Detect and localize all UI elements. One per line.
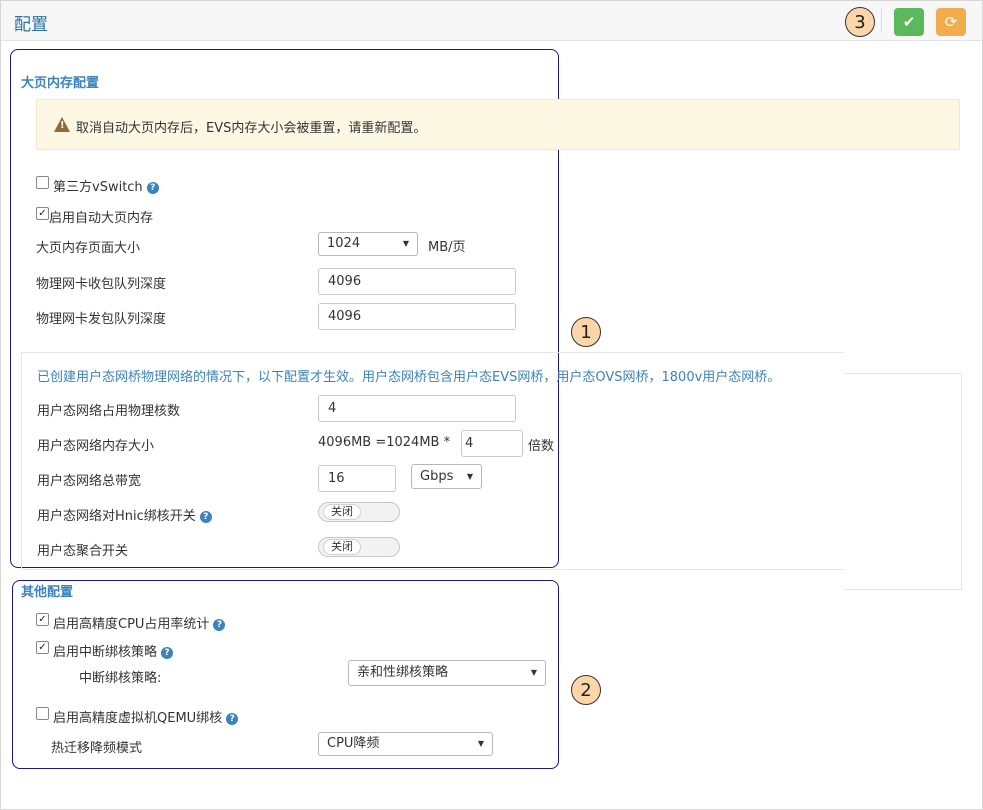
third-party-vswitch-row: 第三方vSwitch? xyxy=(53,176,159,195)
help-icon[interactable]: ? xyxy=(213,619,225,631)
qemu-binding-checkbox[interactable] xyxy=(36,707,49,720)
migration-mode-value: CPU降频 xyxy=(327,736,379,751)
annotation-marker-2: 2 xyxy=(571,675,601,705)
help-icon[interactable]: ? xyxy=(200,511,212,523)
hnic-binding-label: 用户态网络对Hnic绑核开关 xyxy=(37,509,196,524)
check-icon: ✔ xyxy=(903,13,916,31)
confirm-button[interactable]: ✔ xyxy=(894,8,924,36)
userspace-cores-input[interactable]: 4 xyxy=(318,395,516,422)
aggregate-toggle[interactable]: 关闭 xyxy=(318,537,400,557)
page-size-select[interactable]: 1024 ▼ xyxy=(318,232,418,256)
chevron-down-icon: ▼ xyxy=(531,661,537,685)
page-title: 配置 xyxy=(14,10,48,35)
hnic-binding-row: 用户态网络对Hnic绑核开关? xyxy=(37,505,212,524)
annotation-marker-1: 1 xyxy=(571,317,601,347)
cpu-stats-label: 启用高精度CPU占用率统计 xyxy=(53,617,209,632)
header-divider xyxy=(881,9,882,33)
irq-policy-label: 中断绑核策略: xyxy=(79,667,161,686)
section-title-hugepage: 大页内存配置 xyxy=(21,72,99,91)
userspace-cores-label: 用户态网络占用物理核数 xyxy=(37,400,180,419)
rx-queue-input[interactable]: 4096 xyxy=(318,268,516,295)
warning-alert: 取消自动大页内存后，EVS内存大小会被重置，请重新配置。 xyxy=(36,99,960,150)
section-title-other: 其他配置 xyxy=(21,581,73,600)
irq-policy-select[interactable]: 亲和性绑核策略 ▼ xyxy=(348,660,546,686)
userspace-memory-suffix: 倍数 xyxy=(528,435,554,454)
aggregate-toggle-knob: 关闭 xyxy=(323,539,361,555)
annotation-marker-3: 3 xyxy=(845,7,875,37)
userspace-note: 已创建用户态网桥物理网络的情况下，以下配置才生效。用户态网桥包含用户态EVS网桥… xyxy=(37,366,780,385)
help-icon[interactable]: ? xyxy=(147,182,159,194)
userspace-memory-label: 用户态网络内存大小 xyxy=(37,435,154,454)
chevron-down-icon: ▼ xyxy=(403,233,409,255)
migration-label: 热迁移降频模式 xyxy=(51,737,142,756)
reset-button[interactable]: ⟳ xyxy=(936,8,966,36)
help-icon[interactable]: ? xyxy=(161,647,173,659)
chevron-down-icon: ▼ xyxy=(478,733,484,755)
rx-queue-label: 物理网卡收包队列深度 xyxy=(36,273,166,292)
qemu-binding-label: 启用高精度虚拟机QEMU绑核 xyxy=(53,711,222,726)
userspace-bandwidth-label: 用户态网络总带宽 xyxy=(37,470,141,489)
irq-binding-label: 启用中断绑核策略 xyxy=(53,645,157,660)
cpu-stats-row: 启用高精度CPU占用率统计? xyxy=(53,613,225,632)
hnic-binding-toggle[interactable]: 关闭 xyxy=(318,502,400,522)
header-bar: 配置 xyxy=(1,1,982,41)
help-icon[interactable]: ? xyxy=(226,713,238,725)
third-party-vswitch-label: 第三方vSwitch xyxy=(53,180,143,195)
userspace-memory-multiplier-input[interactable]: 4 xyxy=(461,430,523,457)
third-party-vswitch-checkbox[interactable] xyxy=(36,176,49,189)
tx-queue-label: 物理网卡发包队列深度 xyxy=(36,308,166,327)
qemu-binding-row: 启用高精度虚拟机QEMU绑核? xyxy=(53,707,238,726)
irq-binding-checkbox[interactable]: ✓ xyxy=(36,641,49,654)
bandwidth-unit-value: Gbps xyxy=(420,469,453,484)
bandwidth-unit-select[interactable]: Gbps ▼ xyxy=(411,464,482,489)
tx-queue-input[interactable]: 4096 xyxy=(318,303,516,330)
alert-text: 取消自动大页内存后，EVS内存大小会被重置，请重新配置。 xyxy=(76,117,426,136)
irq-policy-value: 亲和性绑核策略 xyxy=(357,665,448,680)
cpu-stats-checkbox[interactable]: ✓ xyxy=(36,613,49,626)
auto-hugepage-checkbox[interactable]: ✓ xyxy=(36,207,49,220)
page-size-value: 1024 xyxy=(327,236,360,251)
hnic-toggle-knob: 关闭 xyxy=(323,504,361,520)
irq-binding-row: 启用中断绑核策略? xyxy=(53,641,173,660)
chevron-down-icon: ▼ xyxy=(467,465,473,488)
userspace-bandwidth-input[interactable]: 16 xyxy=(318,465,396,492)
page-size-label: 大页内存页面大小 xyxy=(36,237,140,256)
refresh-icon: ⟳ xyxy=(945,13,958,31)
migration-mode-select[interactable]: CPU降频 ▼ xyxy=(318,732,493,756)
userspace-panel-extension xyxy=(844,373,962,590)
aggregate-label: 用户态聚合开关 xyxy=(37,540,128,559)
auto-hugepage-label: 启用自动大页内存 xyxy=(49,207,153,226)
warning-icon xyxy=(54,117,70,132)
userspace-memory-formula: 4096MB =1024MB * xyxy=(318,435,450,450)
page-size-unit: MB/页 xyxy=(428,236,466,255)
